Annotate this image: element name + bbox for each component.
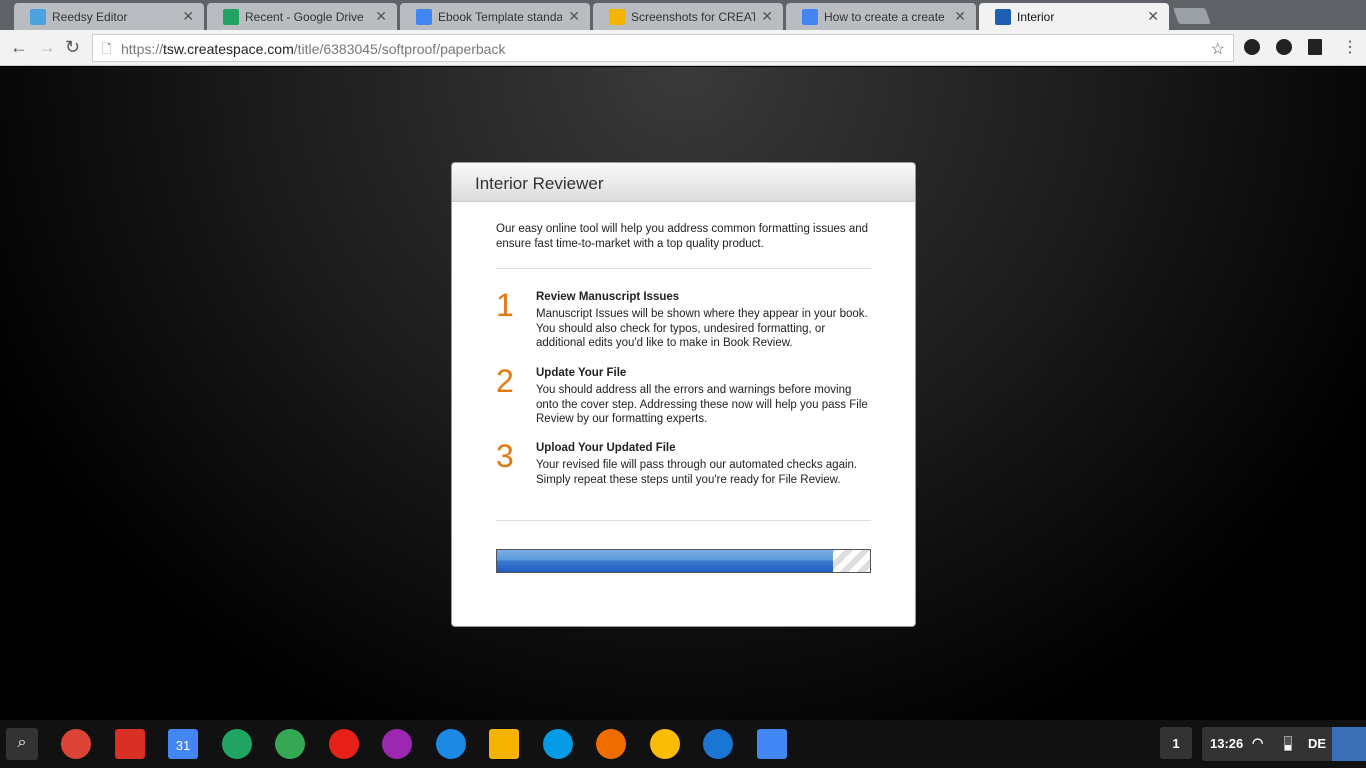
workspace-indicator[interactable]: 1 — [1160, 727, 1192, 759]
google-drive-icon — [223, 8, 239, 25]
url-scheme: https:// — [121, 41, 164, 57]
battery-icon — [1284, 736, 1292, 751]
tab[interactable]: Recent - Google Drive ✕ — [207, 3, 397, 30]
close-tab-icon[interactable]: ✕ — [1147, 8, 1159, 25]
reedsy-icon — [30, 8, 46, 25]
url-path: /title/6383045/softproof/paperback — [293, 41, 506, 57]
tab-title: How to create a create s — [824, 9, 949, 24]
files-icon[interactable] — [435, 729, 466, 759]
close-tab-icon[interactable]: ✕ — [761, 8, 773, 25]
google-slides-icon — [609, 8, 625, 25]
progress-fill — [497, 550, 833, 572]
menu-icon[interactable]: ⋮ — [1342, 37, 1358, 57]
tab-title: Reedsy Editor — [52, 9, 128, 24]
step-2: 2 Update Your File You should address al… — [496, 363, 876, 427]
keep-icon[interactable] — [489, 729, 519, 759]
calendar-icon[interactable]: 31 — [168, 729, 198, 759]
status-tray[interactable]: 13:26 ◠ DE — [1202, 727, 1366, 761]
progress-bar — [496, 549, 871, 573]
step-number: 2 — [496, 363, 514, 399]
extension-spy-icon[interactable] — [1244, 39, 1260, 55]
address-bar[interactable]: 🗋 https://tsw.createspace.com/title/6383… — [92, 34, 1234, 62]
camera-icon[interactable] — [542, 729, 573, 759]
step-text: Your revised file will pass through our … — [536, 459, 858, 486]
photos-icon[interactable] — [649, 729, 680, 759]
google-docs-icon — [802, 8, 818, 25]
close-tab-icon[interactable]: ✕ — [182, 8, 194, 25]
tab[interactable]: How to create a create s ✕ — [786, 3, 976, 30]
clock: 13:26 — [1210, 736, 1244, 751]
interior-reviewer-dialog: Interior Reviewer Our easy online tool w… — [451, 162, 916, 627]
page-icon: 🗋 — [102, 42, 112, 56]
tab-title: Recent - Google Drive — [245, 9, 364, 24]
tab-strip: Reedsy Editor ✕ Recent - Google Drive ✕ Eboo… — [0, 0, 1366, 30]
wifi-icon: ◠ — [1252, 735, 1264, 750]
forward-icon[interactable]: → — [38, 37, 56, 58]
tab[interactable]: Screenshots for CREATE ✕ — [593, 3, 783, 30]
reload-icon[interactable]: ↻ — [65, 37, 80, 58]
close-tab-icon[interactable]: ✕ — [568, 8, 580, 25]
step-number: 3 — [496, 438, 514, 474]
tab[interactable]: Interior ✕ — [979, 3, 1169, 30]
divider — [496, 268, 871, 269]
createspace-icon — [995, 8, 1011, 25]
youtube-icon[interactable] — [328, 729, 359, 759]
tab[interactable]: Reedsy Editor ✕ — [14, 3, 204, 30]
step-number: 1 — [496, 287, 514, 323]
launcher-search-icon[interactable]: ⌕ — [6, 728, 38, 760]
url-host: tsw.createspace.com — [163, 41, 294, 57]
bookmark-star-icon[interactable]: ☆ — [1211, 39, 1225, 59]
step-text: You should address all the errors and wa… — [536, 384, 868, 425]
docs-icon[interactable] — [756, 729, 787, 759]
chrome-icon[interactable] — [61, 729, 91, 759]
dialog-title: Interior Reviewer — [452, 163, 915, 202]
keyboard-layout: DE — [1308, 736, 1327, 751]
new-tab-button[interactable] — [1173, 8, 1211, 24]
google-drive-icon[interactable] — [221, 729, 252, 759]
tab[interactable]: Ebook Template standar ✕ — [400, 3, 590, 30]
close-tab-icon[interactable]: ✕ — [954, 8, 966, 25]
extension-film-icon[interactable] — [1308, 39, 1322, 55]
contacts-icon[interactable] — [703, 729, 733, 759]
tab-title: Interior — [1017, 9, 1055, 24]
tab-title: Ebook Template standar — [438, 9, 563, 24]
picasa-icon[interactable] — [382, 729, 412, 759]
gmail-icon[interactable] — [114, 729, 145, 759]
maps-icon[interactable] — [275, 729, 305, 759]
step-1: 1 Review Manuscript Issues Manuscript Is… — [496, 287, 876, 351]
avatar — [1332, 727, 1366, 761]
step-text: Manuscript Issues will be shown where th… — [536, 308, 868, 349]
divider — [496, 520, 871, 521]
step-title: Upload Your Updated File — [536, 442, 676, 454]
google-docs-icon — [416, 8, 432, 25]
step-3: 3 Upload Your Updated File Your revised … — [496, 438, 876, 487]
close-tab-icon[interactable]: ✕ — [375, 8, 387, 25]
step-title: Review Manuscript Issues — [536, 291, 680, 303]
browser-toolbar: ← → ↻ 🗋 https://tsw.createspace.com/titl… — [0, 30, 1366, 66]
play-music-icon[interactable] — [596, 729, 626, 759]
page-background: Interior Reviewer Our easy online tool w… — [0, 67, 1366, 720]
intro-text: Our easy online tool will help you addre… — [496, 223, 869, 250]
back-icon[interactable]: ← — [10, 37, 28, 58]
step-title: Update Your File — [536, 367, 627, 379]
tab-title: Screenshots for CREATE — [631, 9, 756, 24]
extension-chart-icon[interactable] — [1276, 39, 1292, 55]
